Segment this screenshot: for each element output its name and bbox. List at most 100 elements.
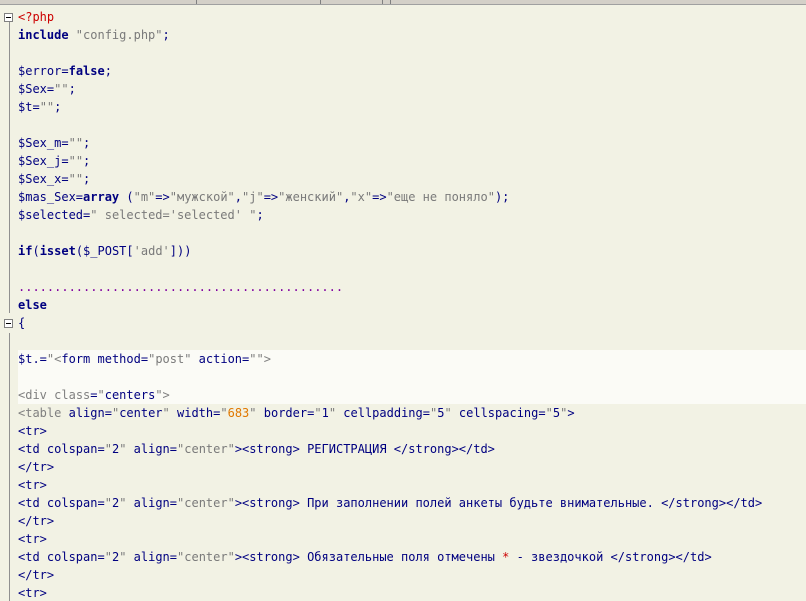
tab-separator <box>382 0 383 4</box>
code-token: "x" <box>350 190 373 204</box>
code-editor[interactable]: <?phpinclude "config.php";​$error=false;… <box>0 0 806 601</box>
tab-bar-edge <box>0 0 806 5</box>
code-token: = <box>169 550 178 564</box>
code-token: </tr> <box>18 460 55 474</box>
code-line[interactable]: $Sex_j=""; <box>18 152 806 170</box>
code-token: "post" <box>148 352 192 366</box>
code-token: form method <box>61 352 141 366</box>
code-token: </strong></td> <box>610 550 712 564</box>
code-token: table <box>25 406 69 420</box>
code-token: $Sex_j <box>18 154 62 168</box>
code-token: = <box>97 550 105 564</box>
code-token: " <box>104 496 112 510</box>
code-token: "" <box>249 352 264 366</box>
code-line[interactable]: if(isset($_POST['add'])) <box>18 242 806 260</box>
code-token: center <box>119 406 163 420</box>
code-line[interactable]: $error=false; <box>18 62 806 80</box>
code-token: " <box>314 406 322 420</box>
code-token: ; <box>83 172 91 186</box>
code-token: - звездочкой <box>509 550 611 564</box>
code-token: [ <box>126 244 134 258</box>
code-token: = <box>169 496 178 510</box>
code-token: = <box>61 136 69 150</box>
code-line[interactable]: <?php <box>18 8 806 26</box>
code-line[interactable]: $Sex_m=""; <box>18 134 806 152</box>
code-token: = <box>75 190 84 204</box>
code-token: = <box>422 406 430 420</box>
code-token: </strong></td> <box>393 442 495 456</box>
code-area[interactable]: <?phpinclude "config.php";​$error=false;… <box>18 8 806 601</box>
code-token: > <box>162 388 170 402</box>
code-line[interactable]: $selected=" selected='selected' "; <box>18 206 806 224</box>
code-line[interactable]: ​ <box>18 260 806 278</box>
code-line[interactable]: <tr> <box>18 584 806 601</box>
code-line[interactable]: ​ <box>18 44 806 62</box>
code-token: </strong></td> <box>661 496 763 510</box>
code-line[interactable]: </tr> <box>18 566 806 584</box>
code-line[interactable]: $mas_Sex=array ("m"=>"мужской","j"=>"жен… <box>18 188 806 206</box>
code-token: { <box>18 316 26 330</box>
code-line[interactable]: <td colspan="2" align="center"><strong> … <box>18 548 806 566</box>
code-line[interactable]: { <box>18 314 806 332</box>
code-token: ( <box>75 244 84 258</box>
code-line[interactable]: <tr> <box>18 422 806 440</box>
fold-collapse-icon[interactable] <box>4 319 13 328</box>
code-line[interactable]: ​ <box>18 368 806 386</box>
code-token: При заполнении полей анкеты будьте внима… <box>299 496 662 510</box>
code-token: "мужской" <box>169 190 235 204</box>
code-token: align <box>126 496 170 510</box>
code-token: "" <box>68 172 84 186</box>
code-line[interactable]: ​ <box>18 116 806 134</box>
code-line[interactable]: ​ <box>18 224 806 242</box>
code-line[interactable]: <td colspan="2" align="center"><strong> … <box>18 494 806 512</box>
code-line[interactable]: <div class="centers"> <box>18 386 806 404</box>
code-line[interactable]: include "config.php"; <box>18 26 806 44</box>
code-token: array <box>83 190 120 204</box>
code-line[interactable]: </tr> <box>18 458 806 476</box>
code-token: class <box>54 388 91 402</box>
code-token: false <box>68 64 105 78</box>
code-line[interactable]: <tr> <box>18 530 806 548</box>
code-token: "еще не поняло" <box>386 190 495 204</box>
code-token: div <box>25 388 55 402</box>
fold-guide-line <box>9 17 10 313</box>
code-line[interactable]: $t=""; <box>18 98 806 116</box>
code-token: "center" <box>177 550 235 564</box>
code-token: > <box>567 406 575 420</box>
code-line[interactable]: </tr> <box>18 512 806 530</box>
code-line[interactable]: else <box>18 296 806 314</box>
code-line[interactable]: ​ <box>18 332 806 350</box>
code-token: $Sex <box>18 82 47 96</box>
code-line[interactable]: $Sex=""; <box>18 80 806 98</box>
fold-collapse-icon[interactable] <box>4 13 13 22</box>
code-line[interactable]: <td colspan="2" align="center"><strong> … <box>18 440 806 458</box>
code-token: $t <box>18 352 33 366</box>
code-token: else <box>18 298 47 312</box>
code-token: $t <box>18 100 33 114</box>
code-token: " selected='selected' " <box>90 208 257 222</box>
code-line[interactable]: $t.="<form method="post" action=""> <box>18 350 806 368</box>
code-token: = <box>61 172 69 186</box>
code-token: <td colspan <box>18 550 98 564</box>
code-token: ; <box>256 208 264 222</box>
code-token: <?php <box>18 10 55 24</box>
code-token: "женский" <box>278 190 344 204</box>
code-token: border <box>256 406 308 420</box>
code-token: $Sex_m <box>18 136 62 150</box>
code-line[interactable]: <table align="center" width="683" border… <box>18 404 806 422</box>
code-token: "" <box>54 82 69 96</box>
code-token: ( <box>32 244 40 258</box>
code-token: ; <box>54 100 62 114</box>
code-token: align <box>68 406 105 420</box>
code-line[interactable]: ........................................… <box>18 278 806 296</box>
code-token: <tr> <box>18 532 47 546</box>
code-token: 5 <box>552 406 561 420</box>
code-token: " <box>104 442 112 456</box>
code-line[interactable]: $Sex_x=""; <box>18 170 806 188</box>
code-line[interactable]: <tr> <box>18 476 806 494</box>
code-token: centers <box>104 388 156 402</box>
code-token: "center" <box>177 496 235 510</box>
tab-separator <box>196 0 197 4</box>
code-token: "" <box>68 154 84 168</box>
code-token: ( <box>119 190 134 204</box>
